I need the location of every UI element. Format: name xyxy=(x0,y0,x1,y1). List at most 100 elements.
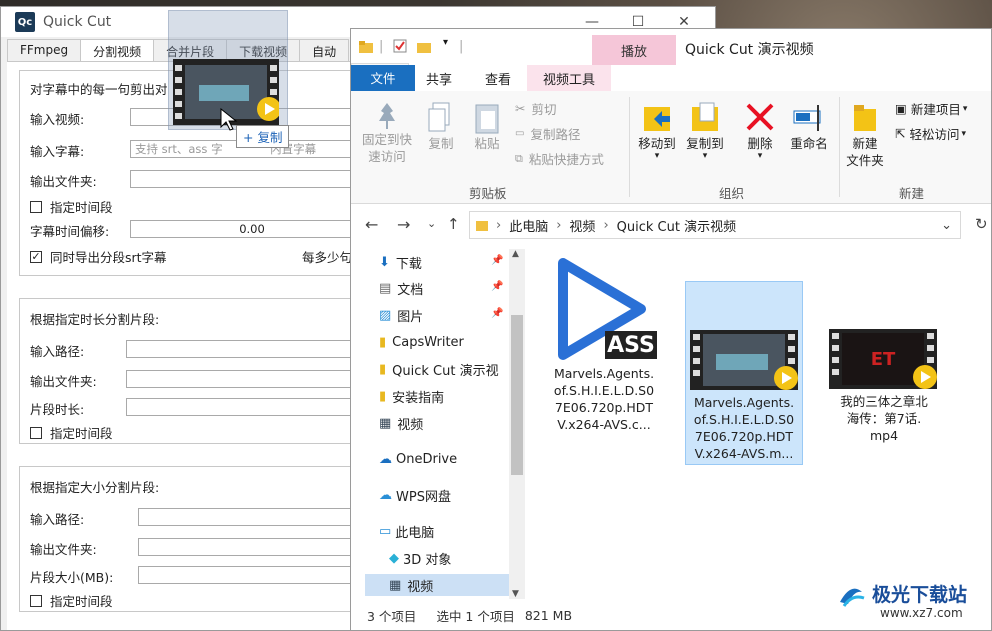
breadcrumb-videos[interactable]: 视频 xyxy=(569,216,595,235)
nav-label: 文档 xyxy=(397,282,424,298)
properties-icon[interactable] xyxy=(393,39,407,53)
item-count: 3 个项目 xyxy=(367,608,417,624)
paste-button[interactable]: 粘贴 xyxy=(467,101,507,152)
move-to-button[interactable]: 移动到 ▾ xyxy=(633,101,681,161)
new-folder-button[interactable]: 新建 文件夹 xyxy=(843,101,887,169)
copy-button[interactable]: 复制 xyxy=(421,101,461,152)
copy-path-button[interactable]: ▭ 复制路径 xyxy=(515,124,580,143)
breadcrumb-current[interactable]: Quick Cut 演示视频 xyxy=(617,216,736,235)
nav-item-documents[interactable]: ▤ 文档 xyxy=(379,277,423,299)
recent-dropdown-icon[interactable]: ⌄ xyxy=(427,217,436,230)
nav-scrollbar[interactable]: ▲ ▼ xyxy=(509,249,525,599)
output-folder-field[interactable] xyxy=(138,538,370,556)
nav-item-this-pc[interactable]: ▭ 此电脑 xyxy=(379,520,434,542)
folder-icon xyxy=(359,41,373,53)
new-folder-label: 新建 文件夹 xyxy=(846,136,884,168)
paste-icon xyxy=(475,104,499,134)
qat-dropdown-icon[interactable]: ▾ xyxy=(443,37,448,48)
refresh-icon[interactable]: ↻ xyxy=(975,215,988,233)
output-folder-label: 输出文件夹: xyxy=(30,174,97,189)
tab-file[interactable]: 文件 xyxy=(351,65,415,91)
address-dropdown-icon[interactable]: ⌄ xyxy=(941,218,952,233)
export-srt-checkbox[interactable]: ✓ xyxy=(30,250,42,263)
address-box[interactable]: › 此电脑 › 视频 › Quick Cut 演示视频 ⌄ xyxy=(469,211,961,239)
specify-time-checkbox-row[interactable]: 指定时间段 xyxy=(30,423,113,442)
tab-split-video[interactable]: 分割视频 xyxy=(80,39,155,63)
segment-size-field[interactable] xyxy=(138,566,370,584)
paste-shortcut-button[interactable]: ⧉ 粘贴快捷方式 xyxy=(515,149,604,168)
specify-time-checkbox[interactable] xyxy=(30,200,42,213)
up-icon[interactable]: ↑ xyxy=(447,215,460,233)
scissors-icon: ✂ xyxy=(515,101,526,116)
folder-icon: ▮ xyxy=(379,334,387,350)
specify-time-checkbox-row[interactable]: 指定时间段 xyxy=(30,197,113,216)
file-item-ass[interactable]: ASS Marvels.Agents. of.S.H.I.E.L.D.S0 7E… xyxy=(545,253,663,433)
new-item-button[interactable]: ▣ 新建项目 ▾ xyxy=(895,99,967,118)
nav-item-downloads[interactable]: ⬇ 下载 xyxy=(379,251,422,273)
specify-time-checkbox[interactable] xyxy=(30,426,42,439)
export-srt-checkbox-row[interactable]: ✓ 同时导出分段srt字幕 xyxy=(30,247,167,266)
ribbon: 固定到快 速访问 复制 粘贴 ✂ 剪切 ▭ 复制路径 ⧉ 粘贴快捷方式 剪贴板 移动到… xyxy=(351,91,991,204)
qat-separator: | xyxy=(379,39,384,54)
back-icon[interactable]: ← xyxy=(365,215,378,234)
new-folder-icon[interactable] xyxy=(417,41,431,53)
computer-icon: ▭ xyxy=(379,523,392,539)
nav-label: 视频 xyxy=(397,417,424,433)
move-to-icon xyxy=(644,107,670,131)
paste-shortcut-icon: ⧉ xyxy=(515,151,523,165)
easy-access-button[interactable]: ⇱ 轻松访问 ▾ xyxy=(895,124,966,143)
nav-item-3d-objects[interactable]: ◆ 3D 对象 xyxy=(389,547,451,569)
specify-time-checkbox-row[interactable]: 指定时间段 xyxy=(30,591,113,610)
input-path-field[interactable] xyxy=(138,508,370,526)
rename-button[interactable]: 重命名 xyxy=(785,101,833,152)
copy-label: 复制 xyxy=(428,136,454,151)
input-path-label: 输入路径: xyxy=(30,344,85,359)
delete-dropdown-icon: ▾ xyxy=(757,151,763,161)
input-subtitle-label: 输入字幕: xyxy=(30,144,85,159)
per-sentences-label: 每多少句 xyxy=(302,250,353,265)
segment-duration-field[interactable] xyxy=(126,398,370,416)
new-item-label: 新建项目 xyxy=(910,102,961,117)
offset-field[interactable]: 0.00 xyxy=(130,220,370,238)
pin-quick-access-button[interactable]: 固定到快 速访问 xyxy=(359,101,415,165)
tab-auto[interactable]: 自动 xyxy=(299,39,350,63)
scroll-down-icon[interactable]: ▼ xyxy=(512,589,519,599)
cut-button[interactable]: ✂ 剪切 xyxy=(515,99,557,118)
file-item-video[interactable]: ET 我的三体之章北 海传：第7话. mp4 xyxy=(825,281,943,443)
file-item-video-selected[interactable]: Marvels.Agents. of.S.H.I.E.L.D.S0 7E06.7… xyxy=(685,281,803,465)
nav-item-onedrive[interactable]: ☁ OneDrive xyxy=(379,448,457,470)
copy-path-icon: ▭ xyxy=(515,128,525,139)
nav-label: 图片 xyxy=(397,309,424,325)
nav-item-wps[interactable]: ☁ WPS网盘 xyxy=(379,484,451,506)
copy-to-dropdown-icon: ▾ xyxy=(702,151,708,161)
nav-item-pictures[interactable]: ▨ 图片 xyxy=(379,304,423,326)
segment-duration-label: 片段时长: xyxy=(30,402,85,417)
output-folder-label: 输出文件夹: xyxy=(30,542,97,557)
folder-icon xyxy=(476,221,488,231)
output-folder-field[interactable] xyxy=(126,370,370,388)
output-folder-field[interactable] xyxy=(130,170,370,188)
tab-ffmpeg[interactable]: FFmpeg xyxy=(7,39,82,63)
specify-time-checkbox[interactable] xyxy=(30,594,42,607)
forward-icon[interactable]: → xyxy=(397,215,410,234)
paste-label: 粘贴 xyxy=(474,136,500,151)
tab-video-tools[interactable]: 视频工具 xyxy=(527,65,611,91)
new-item-icon: ▣ xyxy=(895,101,907,116)
tab-view[interactable]: 查看 xyxy=(469,65,527,91)
scroll-thumb[interactable] xyxy=(511,315,523,475)
nav-item-videos[interactable]: ▦ 视频 xyxy=(379,412,423,434)
nav-item-capswriter[interactable]: ▮ CapsWriter xyxy=(379,331,464,353)
copy-to-button[interactable]: 复制到 ▾ xyxy=(681,101,729,161)
scroll-up-icon[interactable]: ▲ xyxy=(512,249,519,259)
breadcrumb-this-pc[interactable]: 此电脑 xyxy=(509,216,548,235)
context-tab-play[interactable]: 播放 xyxy=(592,35,676,65)
nav-item-install-guide[interactable]: ▮ 安装指南 xyxy=(379,385,444,407)
nav-item-videos-selected[interactable]: ▦ 视频 xyxy=(365,574,521,596)
nav-label: 3D 对象 xyxy=(403,552,452,568)
tab-share[interactable]: 共享 xyxy=(409,65,469,91)
copy-path-label: 复制路径 xyxy=(530,127,581,142)
nav-item-quickcut[interactable]: ▮ Quick Cut 演示视 xyxy=(379,358,499,380)
delete-button[interactable]: 删除 ▾ xyxy=(739,101,781,161)
input-path-field[interactable] xyxy=(126,340,370,358)
specify-time-label: 指定时间段 xyxy=(50,426,113,441)
